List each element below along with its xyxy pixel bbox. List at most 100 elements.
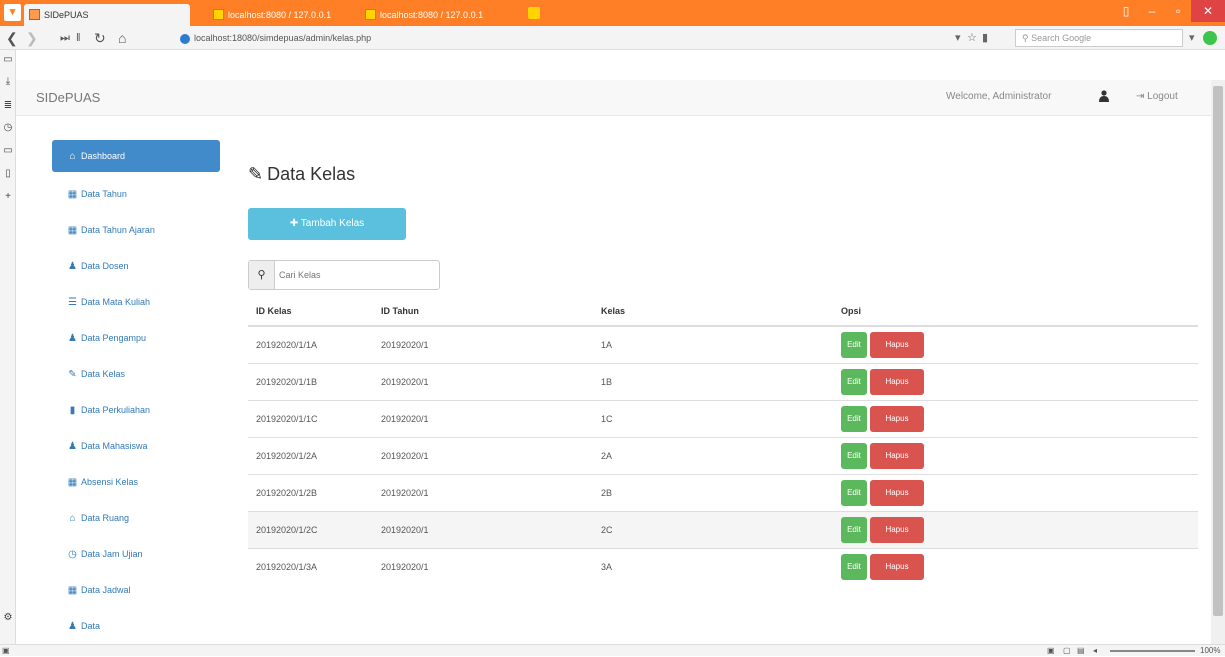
browser-tab[interactable]: localhost:8080 / 127.0.0.1 xyxy=(208,4,352,26)
table-cell: 1A xyxy=(593,325,833,363)
options-cell: Edit Hapus xyxy=(833,510,1198,548)
edit-button[interactable]: Edit xyxy=(841,331,867,358)
sidebar-item[interactable]: ▦ Data Tahun Ajaran xyxy=(52,212,220,248)
column-header: Kelas xyxy=(593,296,833,327)
delete-button[interactable]: Hapus xyxy=(870,479,924,506)
extension-icon[interactable] xyxy=(1203,31,1217,45)
table-cell: 20192020/1 xyxy=(373,362,593,400)
pushpin-icon: ✎ xyxy=(68,369,77,380)
edit-button[interactable]: Edit xyxy=(841,368,867,395)
sidebar-item[interactable]: ♟ Data Dosen xyxy=(52,248,220,284)
browser-menu-button[interactable]: ▾ xyxy=(4,4,21,21)
sidebar-item[interactable]: ♟ Data Pengampu xyxy=(52,320,220,356)
table-row: 20192020/1/1B 20192020/1 1B Edit Hapus xyxy=(248,362,1198,400)
edit-button[interactable]: Edit xyxy=(841,405,867,432)
sidebar-item[interactable]: ▮ Data Perkuliahan xyxy=(52,392,220,428)
options-cell: Edit Hapus xyxy=(833,325,1198,363)
reading-icon[interactable]: ▮ xyxy=(982,29,988,47)
sidebar-item-label: Dashboard xyxy=(81,151,126,161)
add-kelas-button[interactable]: ✚ Tambah Kelas xyxy=(248,208,406,240)
delete-button[interactable]: Hapus xyxy=(870,405,924,432)
search-box: ⚲ xyxy=(248,260,440,290)
maximize-icon[interactable]: ▫ xyxy=(1165,0,1191,22)
search-dropdown-icon[interactable]: ▾ xyxy=(1189,29,1195,47)
window-panel-icon[interactable]: ▭ xyxy=(2,145,14,156)
add-button-label: Tambah Kelas xyxy=(300,218,365,229)
scrollbar-thumb[interactable] xyxy=(1213,86,1223,616)
table-cell: 20192020/1/2C xyxy=(248,510,373,548)
search-engine-icon: ⚲ xyxy=(1022,33,1032,43)
url-text: localhost:18080/simdepuas/admin/kelas.ph… xyxy=(194,33,372,43)
site-info-icon[interactable] xyxy=(180,33,190,44)
browser-titlebar: ▾ SIDePUAS localhost:8080 / 127.0.0.1 lo… xyxy=(0,0,1225,26)
browser-tab-active[interactable]: SIDePUAS xyxy=(24,4,190,26)
restore-icon[interactable]: ▯ xyxy=(1113,0,1139,22)
search-icon: ⚲ xyxy=(249,261,275,289)
search-kelas-input[interactable] xyxy=(277,263,435,287)
new-tab-button[interactable] xyxy=(528,7,540,19)
logout-label: Logout xyxy=(1147,91,1178,102)
table-cell: 20192020/1 xyxy=(373,436,593,474)
delete-button[interactable]: Hapus xyxy=(870,553,924,580)
sidebar-item[interactable]: ☰ Data Mata Kuliah xyxy=(52,284,220,320)
settings-icon[interactable]: ⚙ xyxy=(2,612,14,623)
add-panel-icon[interactable]: + xyxy=(2,191,14,202)
sidebar-item-label: Data Kelas xyxy=(81,369,126,379)
clock-icon: ◷ xyxy=(68,549,77,560)
sidebar-item[interactable]: ◷ Data Jam Ujian xyxy=(52,536,220,572)
home-icon[interactable]: ⌂ xyxy=(118,28,126,48)
sidebar-item[interactable]: ▦ Data Jadwal xyxy=(52,572,220,608)
delete-button[interactable]: Hapus xyxy=(870,368,924,395)
pause-icon[interactable]: ‖ xyxy=(76,28,81,48)
sidebar-item[interactable]: ▦ Data Tahun xyxy=(52,176,220,212)
notes-icon[interactable]: ≣ xyxy=(2,100,14,111)
tiling-icon[interactable]: ▢ xyxy=(1063,645,1071,657)
edit-button[interactable]: Edit xyxy=(841,442,867,469)
zoom-slider[interactable] xyxy=(1110,650,1195,652)
panel-toggle-icon[interactable]: ▣ xyxy=(2,645,10,657)
history-icon[interactable]: ◷ xyxy=(2,122,14,133)
sidebar-item[interactable]: ✎ Data Kelas xyxy=(52,356,220,392)
favicon-icon xyxy=(29,9,40,20)
delete-button[interactable]: Hapus xyxy=(870,516,924,543)
sound-icon[interactable]: ◂ xyxy=(1093,645,1097,657)
edit-button[interactable]: Edit xyxy=(841,479,867,506)
browser-tab[interactable]: localhost:8080 / 127.0.0.1 xyxy=(360,4,520,26)
bookmarks-panel-icon[interactable]: ▭ xyxy=(2,54,14,65)
search-input[interactable]: ⚲ Search Google xyxy=(1015,29,1183,47)
bookmark-star-icon[interactable]: ☆ xyxy=(967,29,977,47)
sidebar-item-label: Data Dosen xyxy=(81,261,129,271)
sidebar-item[interactable]: ♟ Data Mahasiswa xyxy=(52,428,220,464)
sidebar-item[interactable]: ⌂ Dashboard xyxy=(52,140,220,172)
logout-link[interactable]: ⇥ Logout xyxy=(1136,91,1178,102)
image-icon[interactable]: ▣ xyxy=(1047,645,1055,657)
page-actions-icon[interactable]: ▤ xyxy=(1077,645,1085,657)
downloads-icon[interactable]: ⤓ xyxy=(2,76,14,87)
table-cell: 3A xyxy=(593,547,833,585)
bookmark-icon[interactable]: ▾ xyxy=(955,29,961,47)
close-icon[interactable]: ✕ xyxy=(1191,0,1225,22)
delete-button[interactable]: Hapus xyxy=(870,331,924,358)
page-icon[interactable]: ▯ xyxy=(2,168,14,179)
welcome-text: Welcome, Administrator xyxy=(946,91,1052,102)
sidebar-item-label: Data xyxy=(81,621,101,631)
delete-button[interactable]: Hapus xyxy=(870,442,924,469)
address-bar[interactable]: localhost:18080/simdepuas/admin/kelas.ph… xyxy=(180,29,940,47)
forward-icon[interactable]: ❯ xyxy=(26,28,38,48)
sidebar-item[interactable]: ⌂ Data Ruang xyxy=(52,500,220,536)
back-icon[interactable]: ❮ xyxy=(6,28,18,48)
sidebar-item[interactable]: ▦ Absensi Kelas xyxy=(52,464,220,500)
minimize-icon[interactable]: – xyxy=(1139,0,1165,22)
fast-forward-icon[interactable]: ⏭ xyxy=(60,28,70,48)
table-cell: 20192020/1 xyxy=(373,399,593,437)
zoom-level: 100% xyxy=(1200,646,1221,655)
sidebar-item[interactable]: ♟ Data xyxy=(52,608,220,644)
edit-button[interactable]: Edit xyxy=(841,516,867,543)
edit-button[interactable]: Edit xyxy=(841,553,867,580)
app-brand[interactable]: SIDePUAS xyxy=(36,90,100,105)
page-scrollbar[interactable] xyxy=(1211,80,1225,644)
reload-icon[interactable]: ↻ xyxy=(94,28,106,48)
page-title: ✎ Data Kelas xyxy=(248,164,355,185)
table-row: 20192020/1/2B 20192020/1 2B Edit Hapus xyxy=(248,473,1198,511)
user-icon: ♟ xyxy=(68,261,77,272)
